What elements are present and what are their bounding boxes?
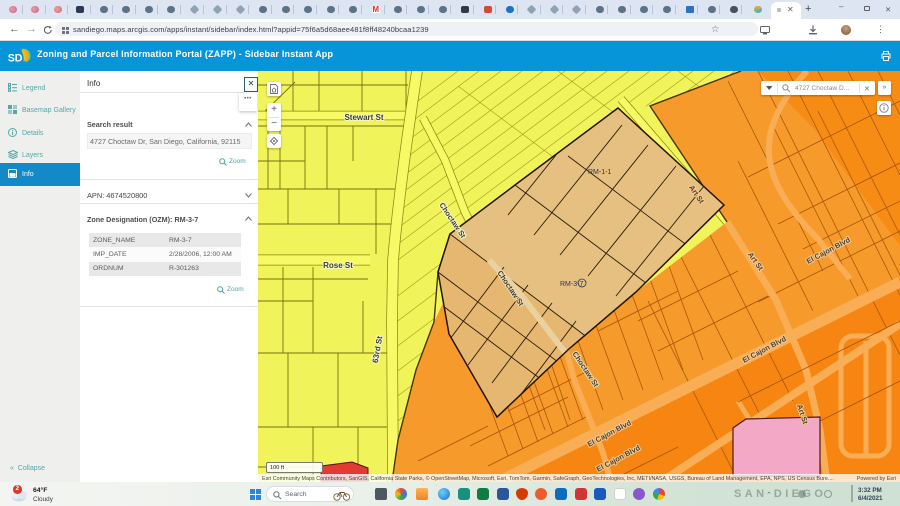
svg-text:Stewart St: Stewart St [344,113,383,122]
svg-text:RM-1-1: RM-1-1 [588,169,611,176]
svg-text:SD: SD [8,52,23,64]
svg-text:Esri Community Maps Contributo: Esri Community Maps Contributors, SanGIS… [262,475,834,482]
svg-text:RM-3-7: RM-3-7 [560,281,583,288]
svg-text:Rose St: Rose St [323,261,353,270]
